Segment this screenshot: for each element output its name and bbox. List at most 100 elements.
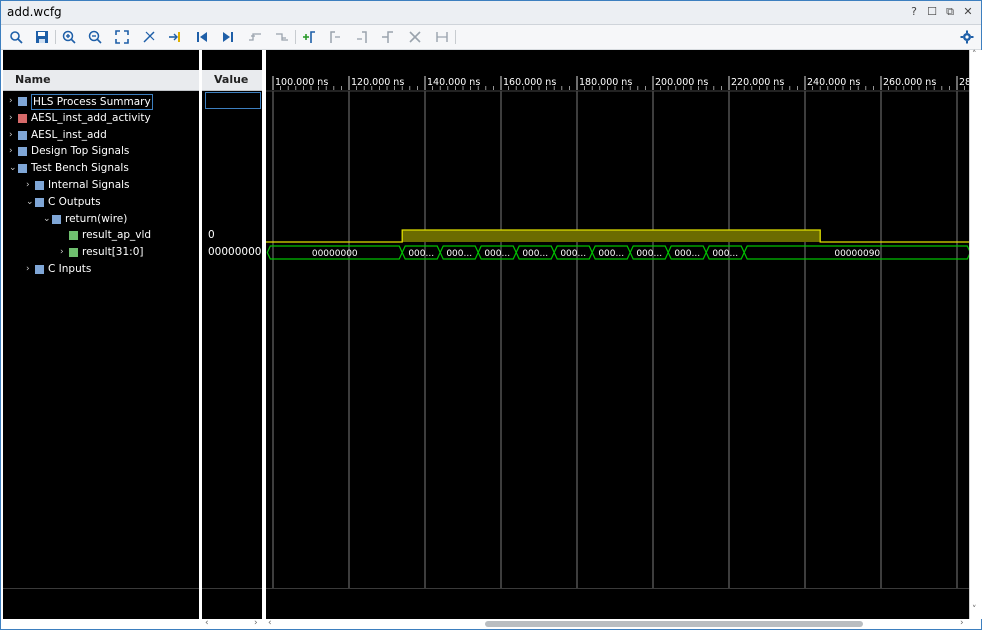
signal-group-icon: [69, 248, 78, 258]
next-marker-icon[interactable]: [353, 28, 371, 46]
marker-span-icon[interactable]: [433, 28, 451, 46]
waveform-window: add.wcfg ? ☐ ⧉ ✕ Name › HLS Process Summ…: [0, 0, 982, 630]
expand-chevron-icon[interactable]: ›: [26, 261, 30, 278]
signal-row[interactable]: › HLS Process Summary: [3, 93, 199, 110]
ruler-tick-label: 220.000 ns: [731, 77, 784, 88]
vertical-scrollbar[interactable]: ˄ ˅: [969, 50, 982, 619]
signal-row[interactable]: › C Inputs: [3, 261, 199, 278]
expand-chevron-icon[interactable]: ›: [9, 93, 13, 110]
waveform-svg: 100.000 ns 120.000 ns 140.000 ns 160.000 ns…: [266, 70, 969, 588]
swap-cursors-icon[interactable]: [379, 28, 397, 46]
scroll-up-icon[interactable]: ˄: [972, 50, 977, 60]
signal-row[interactable]: result_ap_vld: [3, 227, 199, 244]
signal-label: result_ap_vld: [82, 229, 152, 242]
values-footer: [202, 588, 262, 617]
search-icon[interactable]: [7, 28, 25, 46]
bit-high-fill: [402, 230, 821, 242]
waveform-horizontal-scrollbar[interactable]: ‹ ›: [266, 618, 969, 629]
signal-label: Design Top Signals: [31, 145, 130, 158]
scroll-right-icon[interactable]: ›: [960, 618, 964, 628]
expand-chevron-icon[interactable]: ›: [9, 127, 13, 144]
next-transition-icon[interactable]: [273, 28, 291, 46]
scroll-left-icon[interactable]: ‹: [268, 618, 272, 628]
signal-label: HLS Process Summary: [31, 94, 153, 110]
zoom-in-icon[interactable]: [60, 28, 78, 46]
bus-value-label: 00000090: [834, 249, 880, 259]
signal-row[interactable]: › Design Top Signals: [3, 143, 199, 160]
previous-transition-icon[interactable]: [246, 28, 264, 46]
signal-value: 00000000: [208, 246, 262, 259]
delete-marker-icon[interactable]: [406, 28, 424, 46]
waveform-footer: [266, 588, 969, 620]
restore-icon[interactable]: ⧉: [943, 4, 957, 20]
expand-chevron-icon[interactable]: ›: [26, 177, 30, 194]
signal-label: C Inputs: [48, 263, 92, 275]
signal-row[interactable]: › Internal Signals: [3, 177, 199, 194]
signal-label: Internal Signals: [48, 179, 130, 191]
signal-label: AESL_inst_add_activity: [31, 111, 151, 124]
signal-label: result[31:0]: [82, 246, 144, 259]
ruler-tick-label: 180.000 ns: [579, 77, 632, 88]
signal-label: C Outputs: [48, 195, 101, 208]
scroll-right-icon[interactable]: ›: [254, 618, 258, 628]
settings-icon[interactable]: [958, 28, 976, 46]
zoom-out-icon[interactable]: [86, 28, 104, 46]
signal-group-icon: [18, 164, 27, 174]
signal-row[interactable]: › AESL_inst_add: [3, 127, 199, 144]
expand-chevron-icon[interactable]: ›: [9, 110, 13, 127]
go-to-end-icon[interactable]: [219, 28, 237, 46]
toolbar-separator: [455, 30, 456, 44]
ruler-tick-label: 200.000 ns: [655, 77, 708, 88]
bus-value-label: 000...: [560, 249, 586, 259]
signal-row[interactable]: › result[31:0]: [3, 244, 199, 261]
collapse-chevron-icon[interactable]: ⌄: [9, 160, 17, 177]
value-selection-box[interactable]: [205, 92, 261, 109]
signal-group-icon: [18, 147, 27, 157]
signal-row[interactable]: › AESL_inst_add_activity: [3, 110, 199, 127]
value-column-header[interactable]: Value: [202, 70, 262, 91]
expand-chevron-icon[interactable]: ›: [60, 244, 64, 261]
signal-group-icon: [18, 130, 27, 140]
signal-values-panel: Value 0 00000000: [202, 50, 262, 619]
signal-row[interactable]: ⌄ C Outputs: [3, 194, 199, 211]
collapse-chevron-icon[interactable]: ⌄: [43, 211, 51, 228]
waveform-canvas[interactable]: 100.000 ns 120.000 ns 140.000 ns 160.000 ns…: [266, 50, 969, 588]
expand-chevron-icon[interactable]: ›: [9, 143, 13, 160]
signal-group-icon: [52, 214, 61, 224]
signal-row[interactable]: ⌄ Test Bench Signals: [3, 160, 199, 177]
bus-value-label: 000...: [674, 249, 700, 259]
signal-row[interactable]: ⌄ return(wire): [3, 211, 199, 228]
scroll-left-icon[interactable]: ‹: [205, 618, 209, 628]
toolbar-separator: [295, 30, 296, 44]
bus-value-label: 000...: [636, 249, 662, 259]
close-icon[interactable]: ✕: [961, 4, 975, 20]
scroll-down-icon[interactable]: ˅: [972, 605, 977, 615]
signal-group-icon: [35, 181, 44, 190]
go-to-cursor-icon[interactable]: [166, 28, 184, 46]
signal-group-icon: [18, 113, 27, 123]
name-column-header[interactable]: Name: [3, 70, 199, 91]
scrollbar-thumb[interactable]: [485, 621, 863, 627]
signal-value: 0: [208, 229, 215, 242]
signal-group-icon: [35, 265, 44, 274]
values-horizontal-scrollbar[interactable]: ‹ ›: [202, 618, 262, 629]
ruler-tick-label: 240.000 ns: [807, 77, 860, 88]
previous-marker-icon[interactable]: [326, 28, 344, 46]
collapse-chevron-icon[interactable]: ⌄: [26, 194, 34, 211]
ruler-tick-label: 120.000 ns: [351, 77, 404, 88]
ruler-tick-label: 160.000 ns: [503, 77, 556, 88]
go-to-start-icon[interactable]: [193, 28, 211, 46]
bus-value-label: 000...: [484, 249, 510, 259]
cursor-snap-icon[interactable]: [140, 28, 158, 46]
ruler-tick-label: 260.000 ns: [883, 77, 936, 88]
maximize-icon[interactable]: ☐: [925, 4, 939, 20]
name-column-label: Name: [15, 73, 51, 86]
help-icon[interactable]: ?: [907, 4, 921, 20]
ruler-tick-label: 140.000 ns: [427, 77, 480, 88]
signal-label: AESL_inst_add: [31, 128, 107, 141]
zoom-fit-icon[interactable]: [113, 28, 131, 46]
bus-value-label: 000...: [712, 249, 738, 259]
add-marker-icon[interactable]: [300, 28, 318, 46]
title-bar: add.wcfg ? ☐ ⧉ ✕: [1, 1, 981, 25]
save-icon[interactable]: [33, 28, 51, 46]
